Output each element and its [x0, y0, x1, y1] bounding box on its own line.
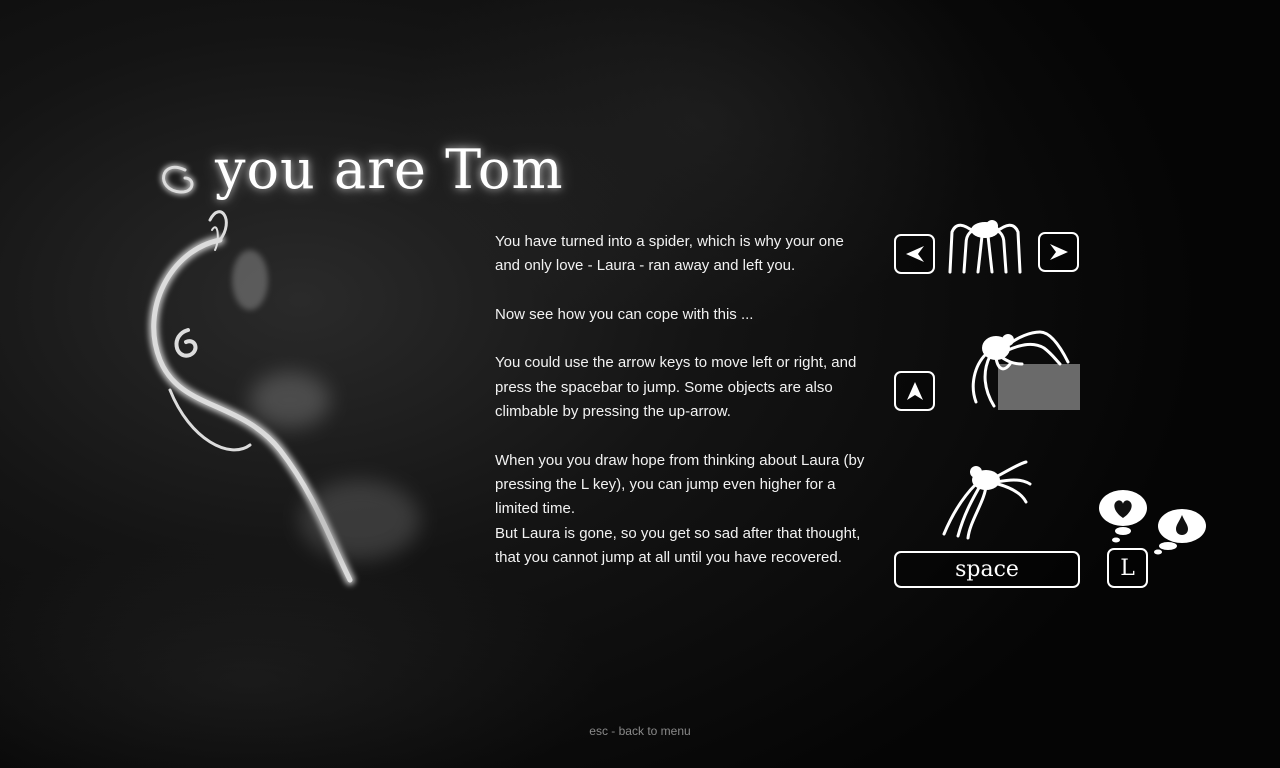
l-key: L [1107, 548, 1148, 588]
spider-walking-icon [948, 220, 1022, 274]
cope-paragraph: Now see how you can cope with this ... [495, 305, 754, 323]
up-arrow-icon [906, 382, 923, 400]
sad-paragraph: But Laura is gone, so you get so sad aft… [495, 524, 861, 566]
spider-climbing-icon [971, 330, 1070, 408]
right-arrow-key [1038, 232, 1079, 272]
space-key: space [894, 551, 1080, 588]
space-key-label: space [955, 557, 1019, 582]
right-arrow-icon [1049, 244, 1068, 260]
page-title: you are Tom [215, 138, 564, 201]
back-to-menu-hint[interactable]: esc - back to menu [0, 724, 1280, 738]
left-arrow-icon [905, 246, 924, 262]
left-arrow-key [894, 234, 935, 274]
intro-paragraph: You have turned into a spider, which is … [495, 233, 844, 275]
controls-paragraph: You could use the arrow keys to move lef… [495, 354, 857, 421]
spider-jumping-icon [942, 460, 1032, 540]
hope-paragraph: When you you draw hope from thinking abo… [495, 451, 865, 518]
up-arrow-key [894, 371, 935, 411]
l-key-label: L [1120, 555, 1135, 581]
story-text: You have turned into a spider, which is … [495, 230, 865, 570]
ornament-swirl [148, 164, 420, 585]
